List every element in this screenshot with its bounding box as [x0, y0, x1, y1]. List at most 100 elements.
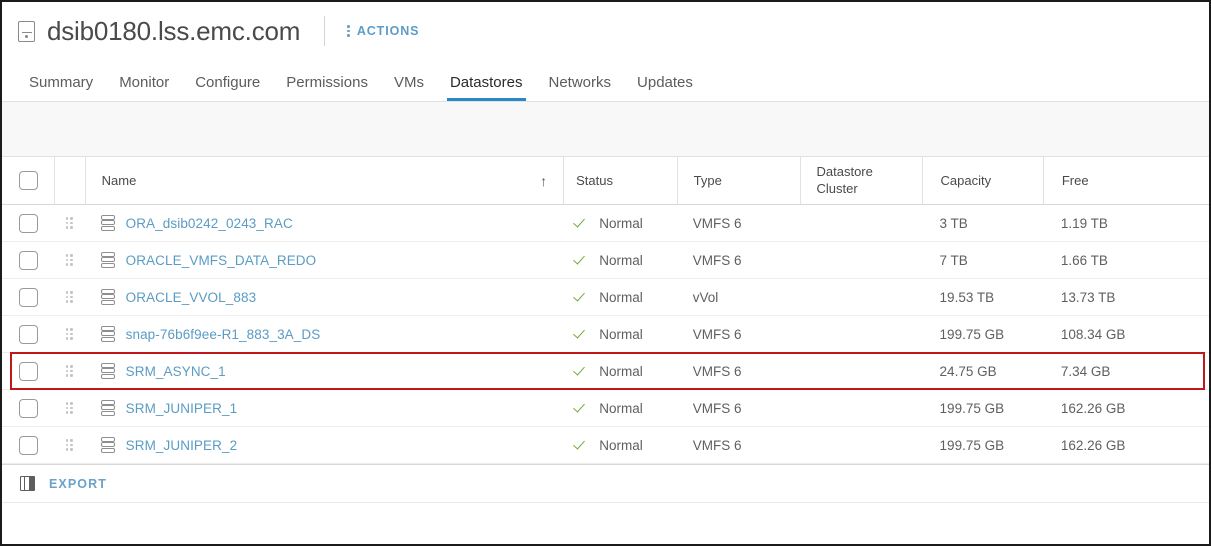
check-icon: [575, 253, 589, 267]
drag-handle-icon[interactable]: [65, 217, 73, 229]
table-row[interactable]: ORACLE_VMFS_DATA_REDO Normal VMFS 6 7 TB…: [2, 242, 1209, 279]
column-header-datastore-cluster-line1: Datastore: [816, 164, 873, 180]
tab-monitor[interactable]: Monitor: [106, 74, 182, 101]
row-status-cell: Normal: [563, 427, 676, 463]
row-datastore-cluster-cell: [800, 353, 922, 389]
check-icon: [575, 438, 589, 452]
vertical-kebab-icon: [347, 25, 350, 37]
row-checkbox[interactable]: [18, 361, 38, 381]
row-select-cell: [2, 242, 54, 278]
row-checkbox[interactable]: [18, 435, 38, 455]
row-drag-cell: [54, 427, 85, 463]
row-name-cell: snap-76b6f9ee-R1_883_3A_DS: [85, 316, 564, 352]
column-header-type-label: Type: [693, 173, 722, 188]
table-row[interactable]: SRM_ASYNC_1 Normal VMFS 6 24.75 GB 7.34 …: [2, 353, 1209, 390]
tab-networks[interactable]: Networks: [536, 74, 625, 101]
table-row[interactable]: SRM_JUNIPER_1 Normal VMFS 6 199.75 GB 16…: [2, 390, 1209, 427]
datastore-name-link[interactable]: ORA_dsib0242_0243_RAC: [126, 216, 293, 231]
row-checkbox[interactable]: [18, 250, 38, 270]
datastore-icon: [100, 288, 115, 306]
export-button[interactable]: EXPORT: [49, 477, 107, 491]
tab-updates[interactable]: Updates: [624, 74, 706, 101]
column-header-status[interactable]: Status: [563, 157, 677, 204]
row-status-cell: Normal: [563, 205, 676, 241]
datastore-icon: [100, 251, 115, 269]
row-type-cell: VMFS 6: [692, 252, 742, 268]
column-chooser-icon[interactable]: [20, 476, 35, 491]
table-row[interactable]: ORACLE_VVOL_883 Normal vVol 19.53 TB 13.…: [2, 279, 1209, 316]
row-name-cell: ORACLE_VVOL_883: [85, 279, 564, 315]
row-name-cell: ORA_dsib0242_0243_RAC: [85, 205, 564, 241]
tab-summary[interactable]: Summary: [16, 74, 106, 101]
datastore-icon: [100, 214, 115, 232]
tab-configure[interactable]: Configure: [182, 74, 273, 101]
tab-datastores[interactable]: Datastores: [437, 74, 536, 101]
column-header-datastore-cluster[interactable]: Datastore Cluster: [799, 157, 922, 204]
column-header-name[interactable]: Name ↑: [84, 157, 563, 204]
datastore-name-link[interactable]: snap-76b6f9ee-R1_883_3A_DS: [126, 327, 321, 342]
table-header-row: Name ↑ Status Type Datastore Cluster Cap…: [2, 157, 1209, 205]
row-datastore-cluster-cell: [800, 390, 922, 426]
table-row[interactable]: ORA_dsib0242_0243_RAC Normal VMFS 6 3 TB…: [2, 205, 1209, 242]
row-status-cell: Normal: [563, 316, 676, 352]
drag-handle-icon[interactable]: [65, 439, 73, 451]
row-checkbox[interactable]: [18, 213, 38, 233]
row-checkbox[interactable]: [18, 324, 38, 344]
column-header-name-label: Name: [101, 173, 137, 188]
row-drag-cell: [54, 353, 85, 389]
column-header-status-label: Status: [576, 173, 613, 188]
drag-handle-icon[interactable]: [65, 328, 73, 340]
drag-handle-icon[interactable]: [65, 291, 73, 303]
host-icon: [18, 20, 35, 42]
actions-button[interactable]: ACTIONS: [347, 24, 419, 38]
check-icon: [575, 216, 589, 230]
sort-ascending-icon: ↑: [540, 172, 548, 189]
drag-handle-icon[interactable]: [65, 402, 73, 414]
row-drag-cell: [54, 390, 85, 426]
datastore-name-link[interactable]: ORACLE_VVOL_883: [126, 290, 257, 305]
row-free-cell: 108.34 GB: [1060, 326, 1126, 342]
table-row-highlighted[interactable]: snap-76b6f9ee-R1_883_3A_DS Normal VMFS 6…: [2, 316, 1209, 353]
column-header-type[interactable]: Type: [676, 157, 800, 204]
row-type-cell: VMFS 6: [692, 363, 742, 379]
row-select-cell: [2, 390, 54, 426]
tab-permissions[interactable]: Permissions: [273, 74, 381, 101]
column-header-free-label: Free: [1061, 173, 1089, 188]
row-status-cell: Normal: [563, 242, 676, 278]
table-footer: EXPORT: [2, 464, 1209, 502]
row-name-cell: SRM_JUNIPER_1: [85, 390, 564, 426]
column-header-capacity[interactable]: Capacity: [921, 157, 1043, 204]
row-drag-cell: [54, 242, 85, 278]
select-all-checkbox[interactable]: [18, 171, 38, 190]
datastore-name-link[interactable]: ORACLE_VMFS_DATA_REDO: [126, 253, 317, 268]
datastore-name-link[interactable]: SRM_JUNIPER_2: [126, 438, 238, 453]
row-checkbox[interactable]: [18, 287, 38, 307]
row-datastore-cluster-cell: [800, 427, 922, 463]
object-header: dsib0180.lss.emc.com ACTIONS: [2, 2, 1209, 60]
row-free-cell: 162.26 GB: [1060, 400, 1126, 416]
datastore-name-link[interactable]: SRM_JUNIPER_1: [126, 401, 238, 416]
row-capacity-cell: 199.75 GB: [939, 437, 1005, 453]
status-text: Normal: [599, 363, 643, 379]
datastore-icon: [100, 362, 115, 380]
status-text: Normal: [599, 215, 643, 231]
select-all-cell: [2, 157, 54, 204]
check-icon: [575, 364, 589, 378]
row-type-cell: vVol: [692, 289, 719, 305]
drag-handle-icon[interactable]: [65, 254, 73, 266]
row-capacity-cell: 19.53 TB: [939, 289, 995, 305]
datastore-icon: [100, 399, 115, 417]
row-type-cell: VMFS 6: [692, 215, 742, 231]
datastore-name-link[interactable]: SRM_ASYNC_1: [126, 364, 226, 379]
row-datastore-cluster-cell: [800, 279, 922, 315]
check-icon: [575, 327, 589, 341]
tab-vms[interactable]: VMs: [381, 74, 437, 101]
table-row[interactable]: SRM_JUNIPER_2 Normal VMFS 6 199.75 GB 16…: [2, 427, 1209, 464]
drag-handle-icon[interactable]: [65, 365, 73, 377]
row-select-cell: [2, 205, 54, 241]
row-name-cell: ORACLE_VMFS_DATA_REDO: [85, 242, 564, 278]
row-drag-cell: [54, 279, 85, 315]
column-header-free[interactable]: Free: [1042, 157, 1209, 204]
row-free-cell: 1.66 TB: [1060, 252, 1108, 268]
row-checkbox[interactable]: [18, 398, 38, 418]
